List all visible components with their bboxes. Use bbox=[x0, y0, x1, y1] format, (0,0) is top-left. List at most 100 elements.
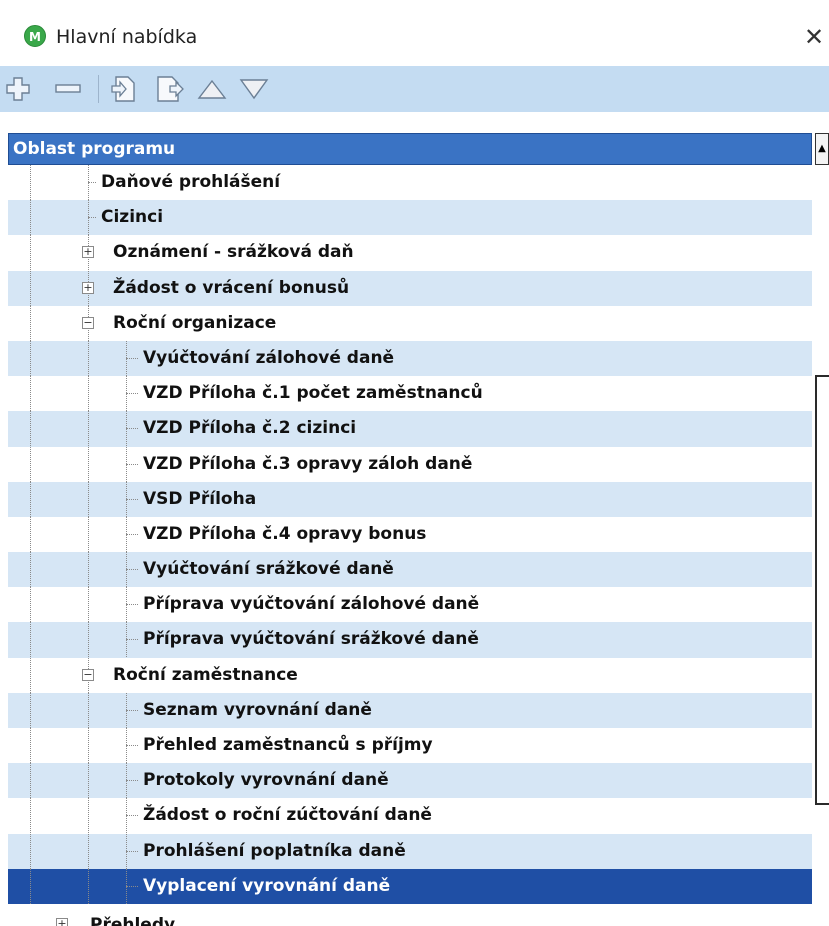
tree-guide-line bbox=[30, 728, 31, 763]
tree-guide-line bbox=[30, 763, 31, 799]
tree-item-label: Cizinci bbox=[101, 207, 164, 228]
tree-guide-line bbox=[88, 411, 89, 447]
tree-guide-line bbox=[30, 868, 31, 904]
tree-guide-line bbox=[30, 340, 31, 376]
tree-connector bbox=[88, 182, 96, 183]
window-title: Hlavní nabídka bbox=[56, 26, 198, 48]
tree-item[interactable]: Příprava vyúčtování zálohové daně bbox=[8, 587, 812, 623]
tree-guide-line bbox=[88, 376, 89, 412]
tree-item-label: Roční organizace bbox=[113, 312, 277, 333]
tree-guide-line bbox=[30, 552, 31, 588]
tree-guide-line bbox=[88, 868, 89, 904]
tree-connector bbox=[126, 604, 138, 606]
new-item-icon[interactable] bbox=[108, 73, 140, 105]
plus-icon[interactable] bbox=[2, 73, 34, 105]
expand-icon[interactable]: + bbox=[82, 281, 94, 294]
toolbar bbox=[0, 66, 829, 112]
tree-item[interactable]: VSD Příloha bbox=[8, 481, 812, 517]
minus-icon[interactable] bbox=[52, 73, 84, 105]
tree-guide-line bbox=[88, 833, 89, 869]
tree-connector bbox=[126, 709, 138, 711]
tree-connector bbox=[126, 639, 138, 641]
collapse-icon[interactable]: − bbox=[82, 668, 94, 681]
tree-item[interactable]: VZD Příloha č.3 opravy záloh daně bbox=[8, 446, 812, 482]
tree-guide-line bbox=[30, 622, 31, 658]
tree-guide-line bbox=[88, 446, 89, 482]
tree-item-label: Příprava vyúčtování srážkové daně bbox=[143, 629, 479, 650]
tree-item-label: Daňové prohlášení bbox=[101, 172, 281, 192]
tree-guide-line bbox=[88, 516, 89, 552]
move-down-icon[interactable] bbox=[238, 73, 270, 105]
tree-connector bbox=[126, 815, 138, 817]
tree-item[interactable]: Vyúčtování srážkové daně bbox=[8, 552, 812, 588]
tree-guide-line bbox=[88, 587, 89, 623]
tree-guide-line bbox=[88, 481, 89, 517]
tree-connector bbox=[126, 745, 138, 746]
scroll-up-button[interactable]: ▲ bbox=[815, 133, 829, 165]
tree-connector bbox=[126, 533, 138, 535]
tree-guide-line bbox=[88, 763, 89, 799]
collapse-icon[interactable]: − bbox=[82, 316, 94, 329]
tree-connector bbox=[126, 463, 138, 465]
tree-guide-line bbox=[30, 305, 31, 341]
tree-rows: Daňové prohlášení Cizinci + Oznámení - sráž… bbox=[8, 165, 812, 904]
tree-item[interactable]: Protokoly vyrovnání daně bbox=[8, 763, 812, 799]
tree-guide-line bbox=[30, 446, 31, 482]
tree-item[interactable]: Vyúčtování zálohové daně bbox=[8, 340, 812, 377]
tree-guide-line bbox=[88, 622, 89, 658]
tree-item[interactable]: Žádost o roční zúčtování daně bbox=[8, 798, 812, 834]
tree-guide-line bbox=[30, 833, 31, 869]
expand-icon[interactable]: + bbox=[82, 246, 94, 259]
tree-item-label: Vyúčtování zálohové daně bbox=[143, 347, 395, 368]
scrollbar-thumb[interactable] bbox=[815, 375, 829, 805]
tree-item[interactable]: − Roční organizace bbox=[8, 305, 812, 341]
tree-item[interactable]: − Roční zaměstnance bbox=[8, 657, 812, 693]
close-button[interactable]: ✕ bbox=[797, 22, 829, 52]
tree-item-label: Přehledy bbox=[90, 915, 176, 926]
tree-item[interactable]: + Žádost o vrácení bonusů bbox=[8, 270, 812, 306]
tree-guide-line bbox=[30, 200, 31, 236]
tree-connector bbox=[126, 850, 138, 852]
tree-item[interactable]: VZD Příloha č.1 počet zaměstnanců bbox=[8, 376, 812, 412]
tree-connector bbox=[126, 357, 138, 359]
tree-guide-line bbox=[30, 270, 31, 306]
tree-item[interactable]: Vyplacení vyrovnání daně bbox=[8, 868, 812, 904]
tree-item-label: VZD Příloha č.3 opravy záloh daně bbox=[143, 453, 473, 474]
tree-item-label: Příprava vyúčtování zálohové daně bbox=[143, 594, 480, 615]
tree-item-label: Žádost o roční zúčtování daně bbox=[143, 805, 432, 826]
tree-guide-line bbox=[88, 692, 89, 728]
tree-item-label: Přehled zaměstnanců s příjmy bbox=[143, 735, 433, 755]
tree-connector bbox=[88, 217, 96, 219]
tree-guide-line bbox=[30, 376, 31, 412]
tree-item[interactable]: Prohlášení poplatníka daně bbox=[8, 833, 812, 869]
tree-item[interactable]: Přehled zaměstnanců s příjmy bbox=[8, 728, 812, 764]
toolbar-separator bbox=[98, 75, 99, 103]
tree-item-label: Oznámení - srážková daň bbox=[113, 242, 354, 263]
tree-connector bbox=[126, 428, 138, 430]
tree-guide-line bbox=[88, 798, 89, 834]
partial-tree-item[interactable]: + Přehledy bbox=[8, 905, 812, 926]
tree-guide-line bbox=[30, 165, 31, 200]
tree-item[interactable]: + Oznámení - srážková daň bbox=[8, 235, 812, 271]
edit-item-icon[interactable] bbox=[154, 73, 186, 105]
expand-icon[interactable]: + bbox=[56, 918, 68, 926]
tree-guide-line bbox=[30, 411, 31, 447]
tree-item[interactable]: Příprava vyúčtování srážkové daně bbox=[8, 622, 812, 658]
tree-item[interactable]: Daňové prohlášení bbox=[8, 165, 812, 201]
tree-item-label: Žádost o vrácení bonusů bbox=[113, 277, 350, 298]
tree-item-label: Prohlášení poplatníka daně bbox=[143, 840, 406, 861]
navigation-tree: Oblast programu ▲ Daňové prohlášení Cizin… bbox=[0, 130, 829, 926]
tree-connector bbox=[126, 885, 138, 887]
move-up-icon[interactable] bbox=[196, 73, 228, 105]
tree-guide-line bbox=[88, 340, 89, 376]
tree-guide-line bbox=[88, 552, 89, 588]
tree-item-label: Vyúčtování srážkové daně bbox=[143, 559, 394, 580]
tree-item[interactable]: Seznam vyrovnání daně bbox=[8, 692, 812, 728]
tree-item[interactable]: VZD Příloha č.2 cizinci bbox=[8, 411, 812, 447]
tree-item-label: Seznam vyrovnání daně bbox=[143, 699, 372, 720]
tree-connector bbox=[126, 393, 138, 395]
tree-guide-line bbox=[30, 798, 31, 834]
title-bar: M Hlavní nabídka ✕ bbox=[0, 0, 829, 66]
tree-item[interactable]: VZD Příloha č.4 opravy bonus bbox=[8, 516, 812, 553]
tree-item[interactable]: Cizinci bbox=[8, 200, 812, 236]
